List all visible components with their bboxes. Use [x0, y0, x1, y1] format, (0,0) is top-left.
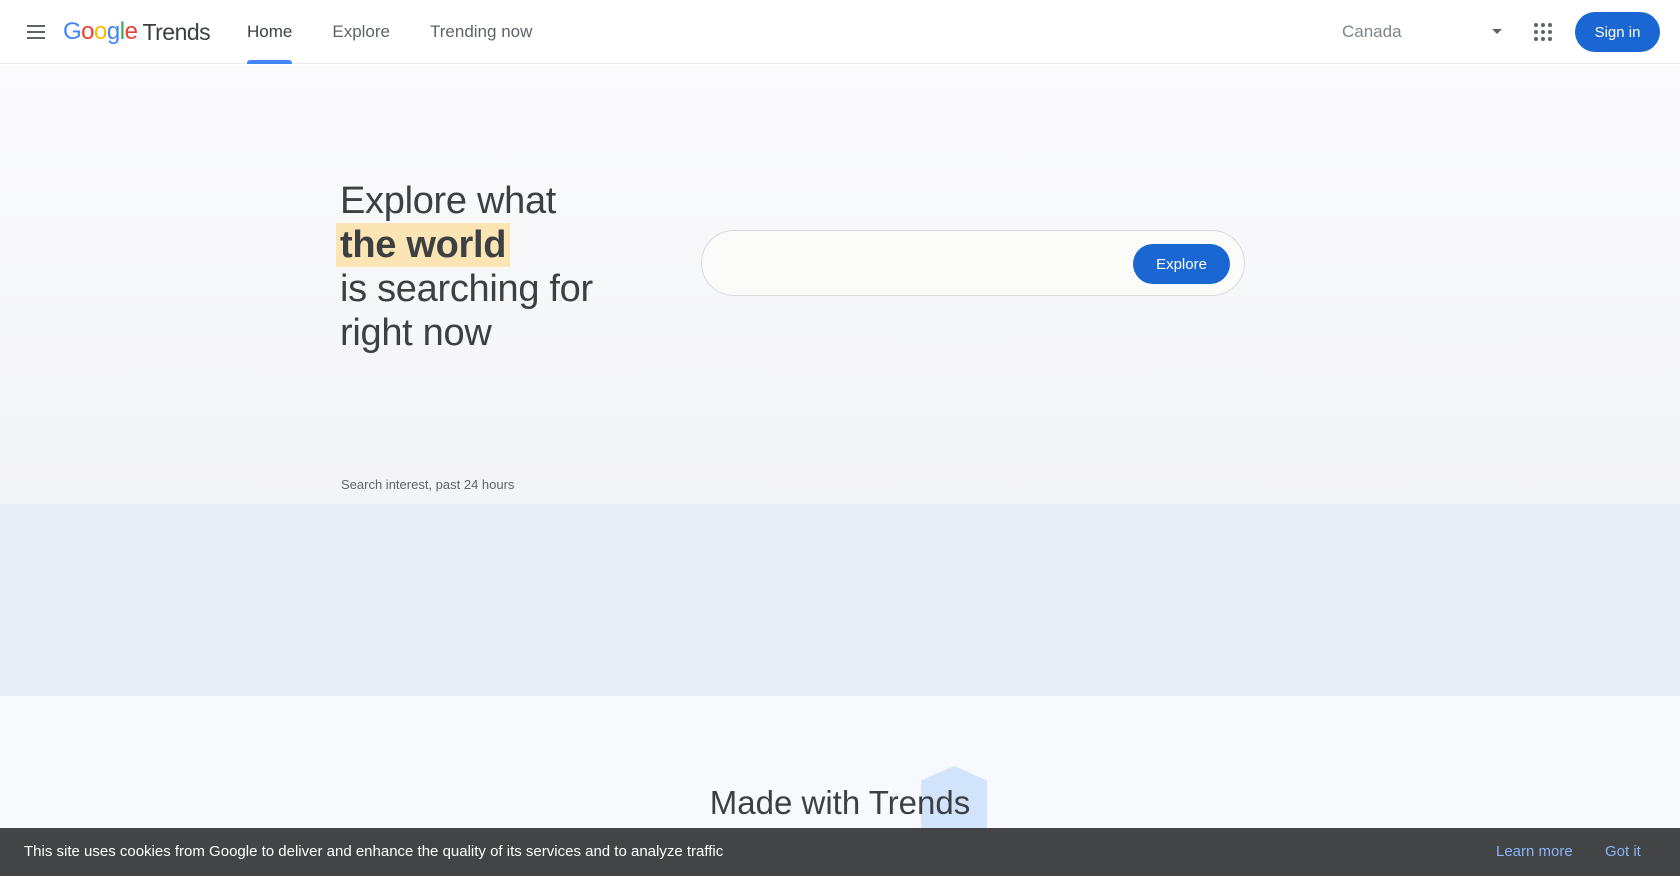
cookie-consent-bar: This site uses cookies from Google to de… — [0, 828, 1680, 876]
trending-searches-band — [0, 504, 1680, 696]
region-label: Canada — [1342, 22, 1402, 41]
main-nav: Home Explore Trending now — [229, 0, 554, 64]
cookie-message: This site uses cookies from Google to de… — [24, 843, 724, 860]
tab-home[interactable]: Home — [229, 0, 310, 64]
search-interest-caption: Search interest, past 24 hours — [341, 477, 515, 492]
hero-section: Explore what the world is searching for … — [0, 65, 1680, 504]
headline-line: right now — [340, 312, 492, 354]
trends-wordmark: Trends — [142, 18, 211, 45]
logo-letter: o — [94, 18, 107, 45]
region-select[interactable]: Canada — [1342, 12, 1502, 52]
logo-letter: G — [63, 18, 82, 45]
sign-in-button[interactable]: Sign in — [1575, 12, 1660, 52]
top-app-bar: Google Trends Home Explore Trending now … — [0, 0, 1680, 64]
hero-headline: Explore what the world is searching for … — [336, 179, 593, 355]
search-box: Explore — [701, 230, 1245, 296]
google-trends-logo[interactable]: Google Trends — [63, 16, 211, 48]
google-apps-grid-icon[interactable] — [1530, 19, 1556, 45]
hamburger-menu-icon[interactable] — [22, 18, 50, 46]
explore-button[interactable]: Explore — [1133, 244, 1230, 284]
made-with-trends-title: Made with Trends — [709, 784, 971, 821]
got-it-button[interactable]: Got it — [1605, 843, 1641, 860]
search-input[interactable] — [726, 245, 1106, 283]
tab-trending-now[interactable]: Trending now — [412, 0, 550, 64]
logo-letter: e — [124, 18, 138, 45]
logo-letter: o — [81, 18, 95, 45]
headline-line: Explore what — [340, 180, 557, 222]
headline-highlight: the world — [336, 223, 511, 267]
headline-line: is searching for — [340, 268, 593, 310]
learn-more-link[interactable]: Learn more — [1496, 843, 1573, 860]
logo-letter: g — [106, 18, 120, 45]
google-wordmark: Google — [63, 18, 138, 46]
dropdown-arrow-icon — [1492, 29, 1502, 34]
tab-explore[interactable]: Explore — [314, 0, 408, 64]
